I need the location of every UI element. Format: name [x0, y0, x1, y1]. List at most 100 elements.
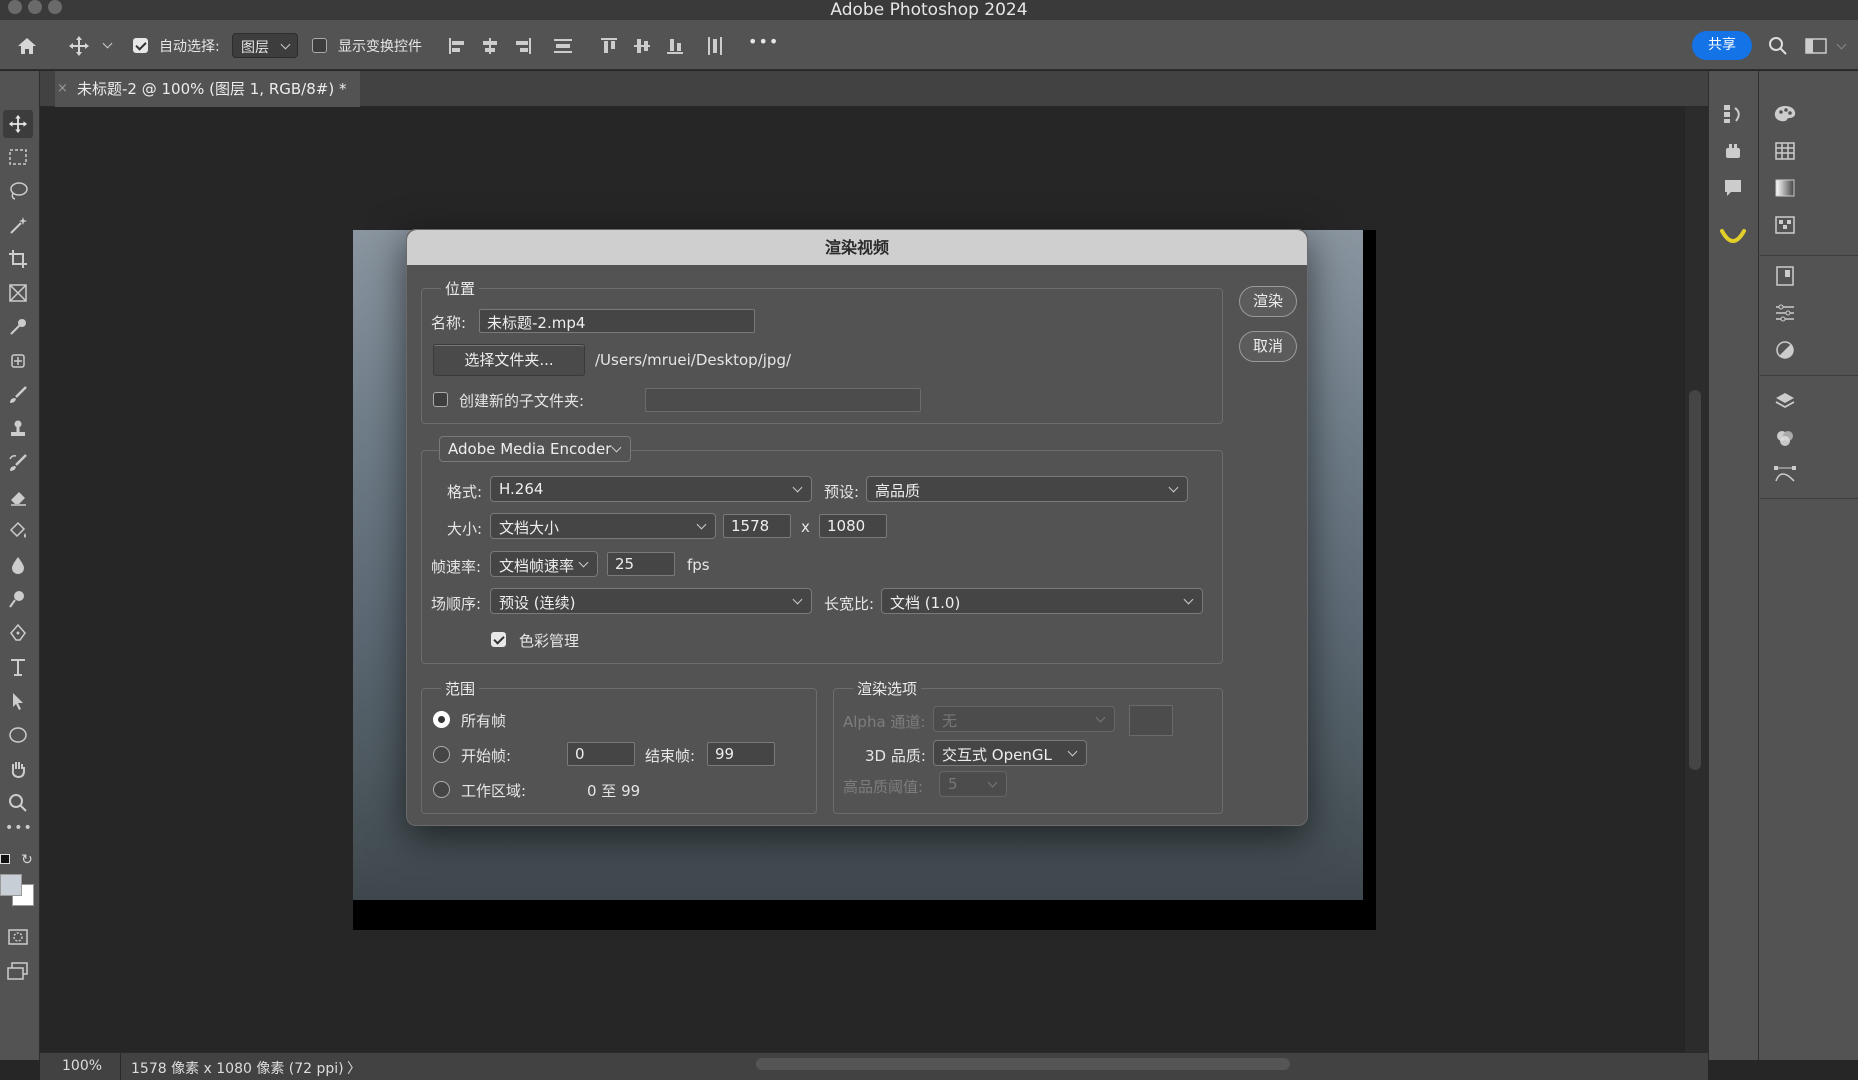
align-left-icon[interactable]	[446, 34, 468, 58]
distribute-vertical-icon[interactable]	[552, 34, 574, 58]
preset-dropdown[interactable]: 高品质	[866, 476, 1188, 502]
all-frames-radio[interactable]	[433, 711, 450, 728]
dodge-tool-icon[interactable]	[3, 585, 33, 613]
zoom-tool-icon[interactable]	[3, 789, 33, 817]
distribute-horizontal-icon[interactable]	[704, 34, 726, 58]
magic-wand-tool-icon[interactable]	[3, 211, 33, 239]
start-frame-input[interactable]: 0	[567, 742, 635, 766]
name-input[interactable]: 未标题-2.mp4	[479, 309, 755, 333]
subfolder-input[interactable]	[645, 388, 921, 412]
start-frame-radio[interactable]	[433, 746, 450, 763]
blur-tool-icon[interactable]	[3, 551, 33, 579]
plugins-panel-icon[interactable]	[1720, 138, 1746, 164]
zoom-level[interactable]: 100%	[62, 1058, 102, 1074]
status-menu-arrow-icon[interactable]: 〉	[347, 1058, 361, 1078]
marquee-tool-icon[interactable]	[3, 143, 33, 171]
vertical-scrollbar-thumb[interactable]	[1689, 390, 1701, 770]
horizontal-scrollbar-thumb[interactable]	[756, 1058, 1290, 1070]
cancel-button[interactable]: 取消	[1239, 331, 1297, 362]
quick-mask-icon[interactable]	[3, 924, 33, 950]
field-order-dropdown[interactable]: 预设 (连续)	[490, 588, 812, 614]
align-horizontal-center-icon[interactable]	[479, 34, 501, 58]
healing-brush-tool-icon[interactable]	[3, 347, 33, 375]
alpha-color-swatch[interactable]	[1129, 705, 1173, 736]
work-area-radio[interactable]	[433, 781, 450, 798]
height-input[interactable]: 1080	[819, 514, 887, 538]
history-panel-icon[interactable]	[1720, 101, 1746, 127]
color-management-checkbox[interactable]	[491, 632, 506, 647]
alpha-channel-label: Alpha 通道:	[843, 713, 926, 731]
eraser-tool-icon[interactable]	[3, 483, 33, 511]
size-dropdown[interactable]: 文档大小	[490, 513, 716, 539]
brush-tool-icon[interactable]	[3, 381, 33, 409]
format-dropdown[interactable]: H.264	[490, 476, 812, 502]
edit-toolbar-icon[interactable]: •••	[5, 820, 33, 836]
width-input[interactable]: 1578	[723, 514, 791, 538]
render-button[interactable]: 渲染	[1239, 286, 1297, 317]
eyedropper-tool-icon[interactable]	[3, 313, 33, 341]
crop-tool-icon[interactable]	[3, 245, 33, 273]
gradients-panel-icon[interactable]	[1770, 175, 1800, 201]
properties-panel-icon[interactable]	[1770, 263, 1800, 289]
path-selection-tool-icon[interactable]	[3, 687, 33, 715]
auto-select-target-dropdown[interactable]: 图层	[232, 33, 298, 58]
frame-tool-icon[interactable]	[3, 279, 33, 307]
home-icon[interactable]	[14, 34, 40, 58]
channels-panel-icon[interactable]	[1770, 425, 1800, 451]
field-order-label: 场顺序:	[431, 595, 482, 613]
aspect-dropdown[interactable]: 文档 (1.0)	[881, 588, 1203, 614]
alpha-channel-dropdown[interactable]: 无	[933, 706, 1115, 732]
libraries-panel-icon[interactable]	[1770, 337, 1800, 363]
clone-stamp-tool-icon[interactable]	[3, 415, 33, 443]
align-right-icon[interactable]	[512, 34, 534, 58]
render-video-dialog: 渲染视频 位置 名称: 未标题-2.mp4 选择文件夹... /Users/mr…	[406, 229, 1308, 826]
share-button[interactable]: 共享	[1692, 31, 1752, 60]
paths-panel-icon[interactable]	[1770, 462, 1800, 488]
align-top-icon[interactable]	[598, 34, 620, 58]
zoom-window-button[interactable]	[48, 0, 62, 14]
align-vertical-center-icon[interactable]	[631, 34, 653, 58]
generative-panel-icon[interactable]	[1718, 222, 1748, 252]
move-tool-icon[interactable]	[66, 33, 92, 59]
end-frame-input[interactable]: 99	[707, 742, 775, 766]
ellipse-tool-icon[interactable]	[3, 721, 33, 749]
chevron-down-icon	[1067, 746, 1078, 757]
show-transform-checkbox[interactable]	[312, 38, 327, 53]
layers-panel-icon[interactable]	[1770, 388, 1800, 414]
search-icon[interactable]	[1766, 34, 1790, 58]
swap-colors-icon[interactable]: ↻	[20, 852, 34, 868]
pen-tool-icon[interactable]	[3, 619, 33, 647]
framerate-input[interactable]: 25	[607, 552, 675, 576]
history-brush-tool-icon[interactable]	[3, 449, 33, 477]
quality-threshold-value: 5	[948, 775, 958, 793]
move-tool-icon[interactable]	[3, 110, 33, 138]
comments-panel-icon[interactable]	[1720, 175, 1746, 201]
framerate-mode-dropdown[interactable]: 文档帧速率	[490, 551, 598, 577]
paint-bucket-tool-icon[interactable]	[3, 517, 33, 545]
close-tab-icon[interactable]: ×	[57, 71, 68, 107]
create-subfolder-checkbox[interactable]	[433, 392, 448, 407]
screen-mode-icon[interactable]	[3, 958, 33, 984]
quality-threshold-dropdown[interactable]: 5	[939, 771, 1007, 797]
choose-folder-button[interactable]: 选择文件夹...	[433, 344, 585, 376]
chevron-down-icon	[1183, 594, 1194, 605]
default-colors-icon[interactable]	[0, 854, 10, 864]
auto-select-checkbox[interactable]	[133, 38, 148, 53]
hand-tool-icon[interactable]	[3, 755, 33, 783]
align-bottom-icon[interactable]	[664, 34, 686, 58]
color-panel-icon[interactable]	[1770, 101, 1800, 127]
workspace-icon[interactable]	[1804, 34, 1828, 58]
swatches-panel-icon[interactable]	[1770, 138, 1800, 164]
encoder-dropdown[interactable]: Adobe Media Encoder	[439, 436, 631, 462]
close-window-button[interactable]	[8, 0, 22, 14]
document-tab[interactable]: × 未标题-2 @ 100% (图层 1, RGB/8#) *	[55, 71, 360, 107]
more-options-icon[interactable]: •••	[748, 32, 779, 51]
lasso-tool-icon[interactable]	[3, 177, 33, 205]
quality-3d-dropdown[interactable]: 交互式 OpenGL	[933, 740, 1087, 766]
patterns-panel-icon[interactable]	[1770, 212, 1800, 238]
foreground-color-swatch[interactable]	[0, 874, 22, 896]
minimize-window-button[interactable]	[28, 0, 42, 14]
type-tool-icon[interactable]	[3, 653, 33, 681]
adjustments-panel-icon[interactable]	[1770, 300, 1800, 326]
chevron-down-icon	[578, 557, 589, 568]
